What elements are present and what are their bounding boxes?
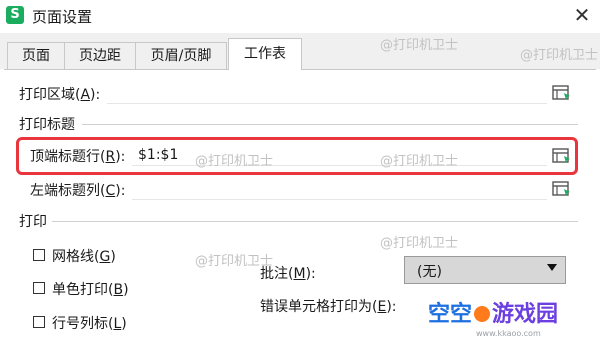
section-divider [82,124,578,125]
tab-sheet[interactable]: 工作表 [228,38,302,70]
comments-select-value: (无) [417,264,442,280]
tab-margins[interactable]: 页边距 [64,42,136,69]
close-icon[interactable]: ✕ [570,2,594,28]
comments-select[interactable]: (无) [404,256,566,284]
brand-logo: 空空 游戏园 [428,302,559,327]
app-logo-icon: S [6,6,24,24]
dialog-title: 页面设置 [32,8,93,26]
print-section: 打印 [19,214,47,230]
brand-dot-icon [474,306,491,322]
tab-page[interactable]: 页面 [7,42,65,69]
range-picker-icon[interactable] [552,180,572,198]
tab-header-footer[interactable]: 页眉/页脚 [135,42,227,69]
comments-label: 批注(M): [260,266,316,282]
section-divider [52,221,578,222]
chevron-down-icon [547,264,557,271]
range-picker-icon[interactable] [552,84,572,102]
print-area-input[interactable] [107,82,547,104]
print-titles-section: 打印标题 [19,117,75,133]
row-col-headers-label: 行号列标(L) [52,316,127,332]
brand-url: www.kkaoo.com [476,329,541,338]
row-col-headers-checkbox[interactable] [33,316,45,328]
errors-as-label: 错误单元格打印为(E): [260,299,397,315]
mono-print-label: 单色打印(B) [52,282,129,298]
print-area-label: 打印区域(A): [19,87,101,103]
top-rows-input[interactable] [132,144,547,166]
top-rows-label: 顶端标题行(R): [30,149,126,165]
left-cols-label: 左端标题列(C): [30,183,126,199]
left-cols-input[interactable] [132,178,547,200]
range-picker-icon[interactable] [552,147,572,165]
gridlines-checkbox[interactable] [33,249,45,261]
mono-print-checkbox[interactable] [33,282,45,294]
gridlines-label: 网格线(G) [52,249,116,265]
